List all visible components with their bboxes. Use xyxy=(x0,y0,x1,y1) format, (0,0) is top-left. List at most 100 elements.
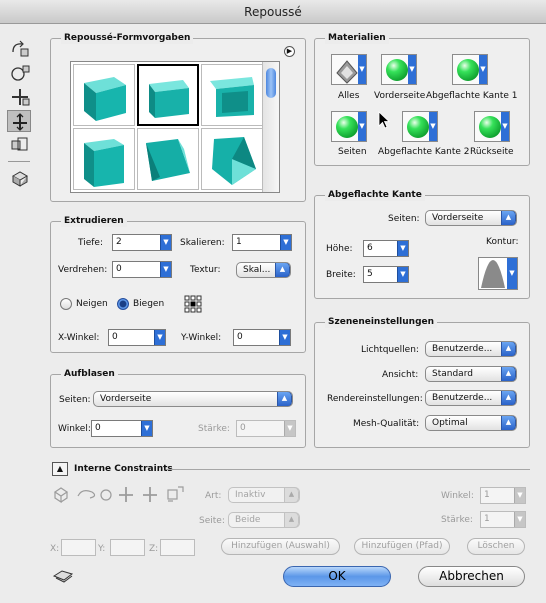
bevel-sides-label: Seiten: xyxy=(388,214,420,224)
bend-label: Biegen xyxy=(133,299,165,309)
yangle-label: Y-Winkel: xyxy=(181,333,222,343)
constraint-side-popup: Beide ▲▼ xyxy=(228,512,300,528)
bevel-width-dropdown-icon[interactable]: ▼ xyxy=(397,267,408,282)
render-popup[interactable]: Benutzerde... ▲▼ xyxy=(425,390,517,406)
inflate-angle-label: Winkel: xyxy=(58,424,91,434)
reference-point-grid[interactable] xyxy=(184,295,202,313)
inflate-strength-dropdown-icon: ▼ xyxy=(284,421,295,436)
preset-thumb-cube-1[interactable] xyxy=(73,64,135,126)
yangle-field[interactable]: 0 ▼ xyxy=(233,329,291,346)
view-value: Standard xyxy=(432,369,473,379)
material-sides-dropdown-icon[interactable]: ▼ xyxy=(358,112,366,141)
inflate-angle-value: 0 xyxy=(95,423,101,433)
depth-dropdown-icon[interactable]: ▼ xyxy=(160,235,171,250)
preset-scrollbar[interactable] xyxy=(262,62,279,192)
material-bevel1-swatch[interactable]: ▼ xyxy=(452,54,488,85)
bevel-sides-value: Vorderseite xyxy=(432,213,484,223)
ok-button[interactable]: OK xyxy=(283,566,391,587)
constraint-rotate-tool-icon xyxy=(77,490,96,499)
tilt-label: Neigen xyxy=(76,299,108,309)
tilt-radio[interactable] xyxy=(60,298,72,310)
material-bevel2-swatch[interactable]: ▼ xyxy=(402,111,438,142)
constraint-angle-dropdown-icon: ▼ xyxy=(514,488,525,503)
y-label: Y: xyxy=(98,544,106,554)
material-bevel2-label: Abgeflachte Kante 2 xyxy=(378,147,470,157)
material-sides-swatch[interactable]: ▼ xyxy=(331,111,367,142)
bevel-width-field[interactable]: 5 ▼ xyxy=(363,266,409,283)
render-preview-icon[interactable] xyxy=(52,568,74,584)
constraint-mode-popup-icon: ▲▼ xyxy=(284,488,299,502)
green-sphere-icon xyxy=(407,116,429,138)
object-roll-tool[interactable] xyxy=(8,62,32,84)
bend-radio[interactable] xyxy=(117,298,129,310)
view-popup[interactable]: Standard ▲▼ xyxy=(425,366,517,382)
preset-thumb-cube-2[interactable] xyxy=(137,64,199,126)
constraints-toggle-button[interactable]: ▲ xyxy=(52,462,68,476)
constraint-side-label: Seite: xyxy=(199,516,225,526)
mouse-cursor-icon xyxy=(378,111,391,132)
material-front-swatch[interactable]: ▼ xyxy=(381,54,417,85)
mesh-label: Mesh-Qualität: xyxy=(353,419,420,429)
preset-group-title: Repoussé-Formvorgaben xyxy=(61,32,194,44)
constraint-slide-tool-icon xyxy=(143,487,157,502)
object-pan-tool[interactable] xyxy=(8,86,32,108)
material-all-swatch[interactable]: ▼ xyxy=(331,54,367,85)
twist-dropdown-icon[interactable]: ▼ xyxy=(160,262,171,277)
constraint-strength-value: 1 xyxy=(484,514,490,524)
xangle-dropdown-icon[interactable]: ▼ xyxy=(154,330,165,345)
scale-field[interactable]: 1 ▼ xyxy=(232,234,292,251)
material-bevel2-dropdown-icon[interactable]: ▼ xyxy=(429,112,437,141)
constraint-mode-value: Inaktiv xyxy=(235,490,266,500)
bevel-height-field[interactable]: 6 ▼ xyxy=(363,240,409,257)
mesh-popup[interactable]: Optimal ▲▼ xyxy=(425,415,517,431)
material-front-dropdown-icon[interactable]: ▼ xyxy=(408,55,416,84)
mesh-popup-icon: ▲▼ xyxy=(501,416,516,430)
preset-thumb-wedge-6[interactable] xyxy=(201,128,263,190)
material-back-swatch[interactable]: ▼ xyxy=(474,111,510,142)
render-popup-icon: ▲▼ xyxy=(501,391,516,405)
object-rotate-tool[interactable] xyxy=(8,38,32,60)
object-slide-tool[interactable] xyxy=(7,110,31,132)
green-sphere-icon xyxy=(479,116,501,138)
object-scale-tool[interactable] xyxy=(8,134,32,156)
constraint-angle-value: 1 xyxy=(484,490,490,500)
contour-picker[interactable]: ▼ xyxy=(478,257,518,290)
bevel-width-label: Breite: xyxy=(326,270,356,280)
material-all-dropdown-icon[interactable]: ▼ xyxy=(358,55,366,84)
depth-field[interactable]: 2 ▼ xyxy=(112,234,172,251)
lights-popup-icon: ▲▼ xyxy=(501,342,516,356)
texture-popup[interactable]: Skal... ▲▼ xyxy=(236,262,291,278)
bevel-width-value: 5 xyxy=(367,269,373,279)
material-bevel1-dropdown-icon[interactable]: ▼ xyxy=(479,55,487,84)
cancel-button[interactable]: Abbrechen xyxy=(418,566,525,587)
inflate-angle-field[interactable]: 0 ▼ xyxy=(91,420,153,437)
inflate-strength-value: 0 xyxy=(240,423,246,433)
scale-dropdown-icon[interactable]: ▼ xyxy=(280,235,291,250)
inflate-group-title: Aufblasen xyxy=(61,368,118,380)
add-selection-button: Hinzufügen (Auswahl) xyxy=(221,538,340,555)
xangle-field[interactable]: 0 ▼ xyxy=(108,329,166,346)
preset-thumb-cube-3[interactable] xyxy=(201,64,263,126)
preset-scrollbar-thumb[interactable] xyxy=(266,68,276,98)
yangle-dropdown-icon[interactable]: ▼ xyxy=(279,330,290,345)
depth-label: Tiefe: xyxy=(78,238,103,248)
preset-menu-icon[interactable]: ▶ xyxy=(284,46,295,57)
bevel-height-dropdown-icon[interactable]: ▼ xyxy=(397,241,408,256)
material-back-dropdown-icon[interactable]: ▼ xyxy=(501,112,509,141)
constraint-mode-label: Art: xyxy=(205,491,222,501)
constraints-divider xyxy=(166,469,530,470)
contour-curve-icon xyxy=(481,260,505,288)
camera-tool[interactable] xyxy=(8,166,32,188)
material-back-label: Rückseite xyxy=(470,147,514,157)
twist-field[interactable]: 0 ▼ xyxy=(112,261,172,278)
constraint-side-popup-icon: ▲▼ xyxy=(284,513,299,527)
preset-thumb-cube-4[interactable] xyxy=(73,128,135,190)
preset-thumb-cone-5[interactable] xyxy=(137,128,199,190)
bevel-sides-popup[interactable]: Vorderseite ▲▼ xyxy=(425,210,517,226)
constraint-mode-popup: Inaktiv ▲▼ xyxy=(228,487,300,503)
constraint-select-tool-icon xyxy=(53,487,69,504)
lights-popup[interactable]: Benutzerde... ▲▼ xyxy=(425,341,517,357)
contour-dropdown-icon[interactable]: ▼ xyxy=(507,258,517,289)
inflate-sides-popup[interactable]: Vorderseite ▲▼ xyxy=(93,391,293,407)
inflate-angle-dropdown-icon[interactable]: ▼ xyxy=(141,421,152,436)
